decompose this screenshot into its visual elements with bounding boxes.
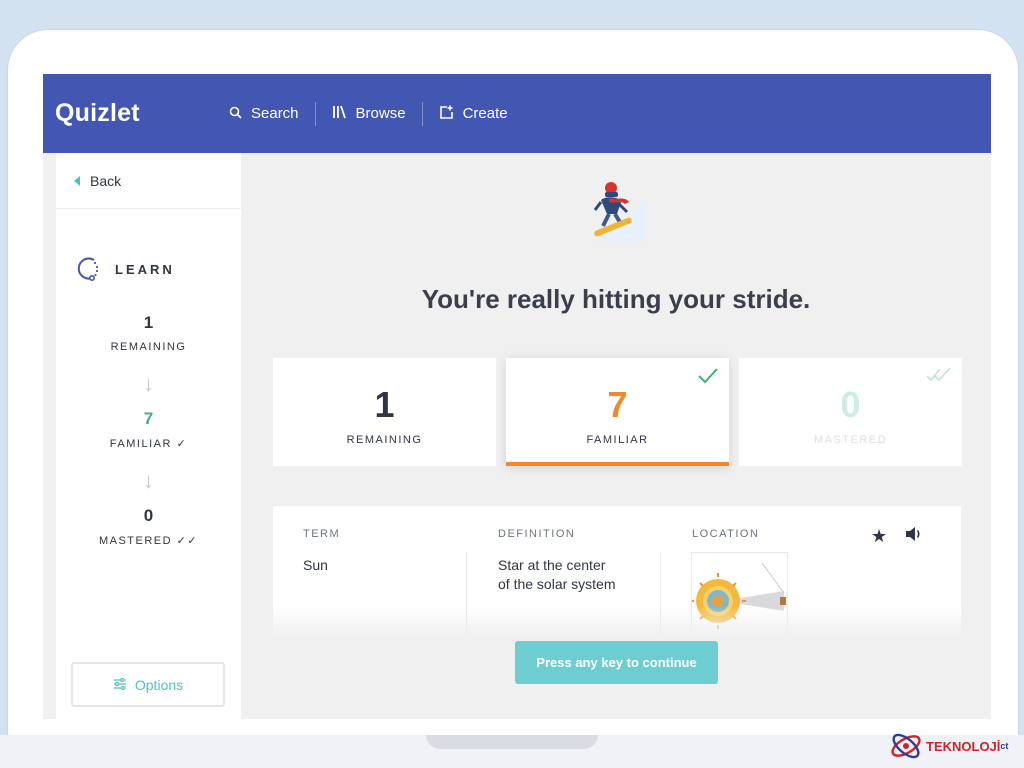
mastered-card: 0 MASTERED	[739, 358, 962, 466]
remaining-card: 1 REMAINING	[273, 358, 496, 466]
app-screen: Quizlet Search Browse Create Back LEARN …	[43, 74, 991, 719]
panel-fade-overlay	[273, 606, 961, 636]
nav-browse-label: Browse	[355, 105, 406, 122]
sliders-icon	[113, 677, 127, 693]
location-header: LOCATION	[692, 528, 760, 540]
mode-label: LEARN	[115, 261, 175, 277]
continue-button[interactable]: Press any key to continue	[515, 641, 718, 684]
nav-browse[interactable]: Browse	[316, 102, 422, 126]
definition-line-2: of the solar system	[498, 576, 616, 592]
browse-icon	[332, 105, 347, 122]
sidebar-familiar-count: 7	[143, 409, 154, 428]
sidebar-mastered-count: 0	[143, 506, 154, 525]
search-icon	[229, 106, 242, 122]
sidebar-mastered: 0 MASTERED ✓✓	[56, 506, 241, 547]
watermark-logo-icon	[891, 733, 921, 759]
quizlet-logo[interactable]: Quizlet	[55, 99, 213, 128]
learn-mode-icon	[77, 257, 99, 281]
familiar-count: 7	[607, 384, 628, 425]
nav-search-label: Search	[251, 105, 299, 122]
progress-headline: You're really hitting your stride.	[421, 284, 811, 314]
back-button[interactable]: Back	[56, 153, 241, 209]
sidebar-remaining-count: 1	[143, 313, 154, 332]
nav-create-label: Create	[462, 105, 508, 122]
definition-header: DEFINITION	[498, 528, 576, 540]
sidebar-familiar-label: FAMILIAR ✓	[109, 438, 188, 450]
mastered-count: 0	[840, 384, 861, 425]
mastered-label: MASTERED	[813, 434, 888, 446]
learn-sidebar: Back LEARN 1 REMAINING ↓ 7 FAMILIAR ✓ ↓ …	[56, 153, 241, 719]
back-label: Back	[90, 172, 122, 189]
star-icon[interactable]: ★	[871, 526, 887, 547]
remaining-label: REMAINING	[346, 434, 423, 446]
nav-create[interactable]: Create	[423, 102, 524, 126]
check-icon	[698, 368, 718, 384]
term-header: TERM	[303, 528, 341, 540]
speaker-icon[interactable]	[905, 526, 923, 546]
watermark-text: TEKNOLOJİ	[926, 738, 1001, 754]
options-label: Options	[134, 676, 184, 693]
sidebar-mastered-label: MASTERED ✓✓	[98, 535, 199, 547]
back-arrow-icon	[74, 175, 80, 186]
down-arrow-icon: ↓	[143, 371, 154, 396]
top-navigation-bar: Quizlet Search Browse Create	[43, 74, 991, 153]
down-arrow-icon: ↓	[143, 468, 154, 493]
double-check-icon	[926, 367, 951, 382]
definition-line-1: Star at the center	[498, 557, 606, 573]
snowboarder-illustration	[593, 182, 645, 242]
create-icon	[439, 105, 454, 122]
watermark: TEKNOLOJİ ct	[888, 728, 1008, 764]
remaining-count: 1	[374, 384, 395, 425]
familiar-card: 7 FAMILIAR	[506, 358, 729, 466]
mode-header: LEARN	[75, 255, 241, 283]
sidebar-remaining: 1 REMAINING	[56, 313, 241, 353]
familiar-active-indicator	[506, 462, 729, 466]
nav-search[interactable]: Search	[213, 102, 315, 126]
watermark-suffix: ct	[1000, 741, 1009, 751]
familiar-label: FAMILIAR	[586, 434, 649, 446]
sidebar-familiar: 7 FAMILIAR ✓	[56, 409, 241, 450]
options-button[interactable]: Options	[71, 662, 225, 707]
laptop-notch	[426, 735, 598, 749]
term-value: Sun	[303, 557, 328, 573]
sidebar-remaining-label: REMAINING	[110, 341, 187, 353]
definition-value: Star at the center of the solar system	[498, 556, 616, 594]
